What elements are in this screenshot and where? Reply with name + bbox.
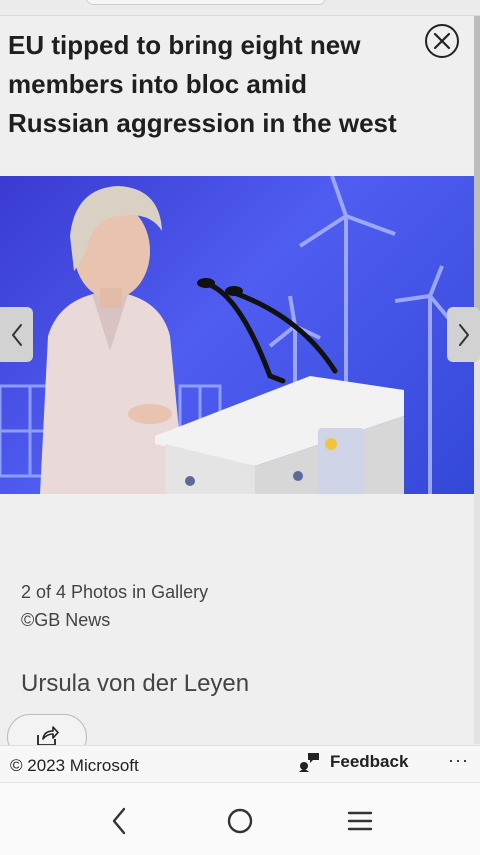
- home-icon: [227, 808, 253, 834]
- recent-apps-button[interactable]: [342, 803, 378, 839]
- home-button[interactable]: [222, 803, 258, 839]
- feedback-label: Feedback: [330, 752, 409, 771]
- scrollbar-thumb[interactable]: [474, 16, 480, 316]
- page-footer: © 2023 Microsoft Feedback ···: [0, 745, 480, 782]
- previous-photo-button[interactable]: [0, 307, 33, 362]
- url-bar-edge: [86, 0, 326, 5]
- gallery-position: 2 of 4 Photos in Gallery: [21, 582, 209, 602]
- chevron-right-icon: [458, 323, 469, 346]
- photo-caption: Ursula von der Leyen: [21, 670, 250, 697]
- close-icon: [433, 32, 451, 50]
- system-navigation-bar: [0, 782, 480, 855]
- copyright-text: © 2023 Microsoft: [10, 756, 139, 775]
- feedback-icon: [299, 753, 319, 772]
- back-icon: [112, 807, 126, 835]
- photo-illustration: [0, 176, 457, 494]
- back-button[interactable]: [101, 803, 137, 839]
- article-title: EU tipped to bring eight new members int…: [8, 30, 397, 138]
- menu-icon: [347, 811, 373, 831]
- chevron-left-icon: [11, 323, 22, 346]
- photo-credit: ©GB News: [21, 610, 111, 630]
- more-options-button[interactable]: ···: [448, 750, 469, 771]
- share-icon: [37, 726, 59, 746]
- close-button[interactable]: [425, 24, 459, 58]
- browser-top-bar: [0, 0, 480, 16]
- feedback-button[interactable]: Feedback: [298, 752, 408, 772]
- gallery-photo: [0, 176, 474, 494]
- next-photo-button[interactable]: [447, 307, 480, 362]
